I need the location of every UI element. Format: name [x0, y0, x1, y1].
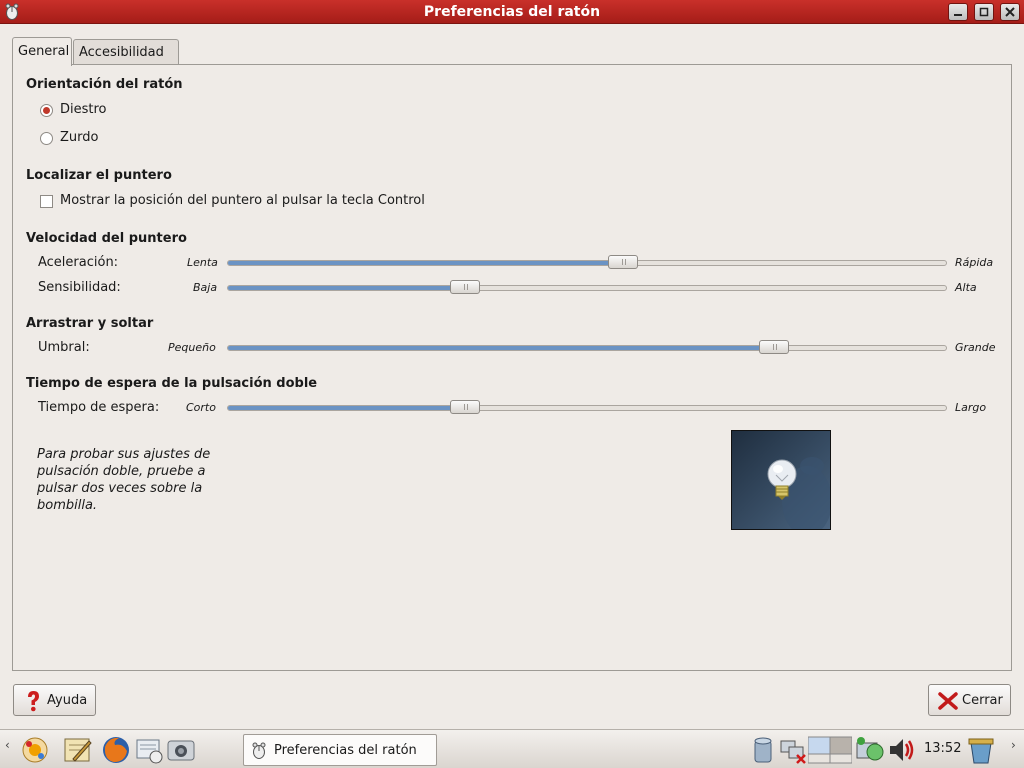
threshold-min-label: Pequeño	[168, 341, 216, 354]
acceleration-min-label: Lenta	[187, 256, 218, 269]
timeout-slider-fill	[228, 406, 465, 410]
timeout-slider[interactable]	[227, 400, 947, 414]
sensitivity-slider-thumb[interactable]	[449, 280, 480, 294]
double-click-test-text: Para probar sus ajustes de pulsación dob…	[37, 447, 211, 513]
tab-general[interactable]: General	[12, 37, 72, 66]
double-click-test-area[interactable]	[731, 430, 831, 530]
acceleration-label: Aceleración:	[38, 255, 119, 270]
general-panel	[12, 64, 1012, 671]
scroll-right-icon[interactable]: ›	[1011, 738, 1016, 752]
timeout-label: Tiempo de espera:	[38, 400, 160, 415]
minimize-icon	[954, 14, 962, 16]
clock[interactable]: 13:52	[924, 741, 961, 756]
pointer-speed-title: Velocidad del puntero	[26, 231, 187, 246]
sensitivity-slider[interactable]	[227, 280, 947, 294]
right-handed-radio[interactable]	[40, 104, 53, 117]
main-menu-icon[interactable]	[20, 735, 50, 765]
maximize-icon	[979, 7, 989, 17]
close-dialog-button[interactable]: Cerrar	[928, 684, 1011, 716]
sensitivity-max-label: Alta	[955, 281, 977, 294]
show-pointer-checkbox[interactable]	[40, 195, 53, 208]
acceleration-max-label: Rápida	[955, 256, 994, 269]
close-label: Cerrar	[962, 693, 1003, 708]
trash-icon[interactable]	[966, 735, 996, 765]
mail-icon[interactable]	[134, 735, 164, 765]
network-disconnected-icon[interactable]	[779, 735, 809, 765]
help-button[interactable]: Ayuda	[13, 684, 96, 716]
title-bar[interactable]: Preferencias del ratón	[0, 0, 1024, 24]
workspace-switcher-icon[interactable]	[808, 735, 852, 765]
help-icon	[28, 691, 39, 712]
timeout-min-label: Corto	[186, 401, 216, 414]
timeout-max-label: Largo	[955, 401, 987, 414]
lightbulb-icon[interactable]	[732, 431, 830, 529]
sensitivity-slider-fill	[228, 286, 465, 290]
sensitivity-label: Sensibilidad:	[38, 280, 121, 295]
orientation-title: Orientación del ratón	[26, 77, 183, 92]
taskbar: ‹ Preferencias del ratón 13:52 ›	[0, 729, 1024, 768]
acceleration-slider[interactable]	[227, 255, 947, 269]
threshold-slider-fill	[228, 346, 774, 350]
threshold-max-label: Grande	[955, 341, 996, 354]
trash-can-icon[interactable]	[748, 735, 778, 765]
taskbar-window-button[interactable]: Preferencias del ratón	[243, 734, 437, 766]
screenshot-icon[interactable]	[166, 735, 196, 765]
close-button[interactable]	[1000, 3, 1020, 21]
taskbar-window-label: Preferencias del ratón	[274, 743, 417, 758]
cancel-icon	[938, 692, 958, 710]
timeout-slider-thumb[interactable]	[449, 400, 480, 414]
firefox-icon[interactable]	[101, 735, 131, 765]
right-handed-label[interactable]: Diestro	[60, 102, 107, 117]
volume-icon[interactable]	[887, 735, 917, 765]
threshold-slider-thumb[interactable]	[758, 340, 789, 354]
minimize-button[interactable]	[948, 3, 968, 21]
scroll-left-icon[interactable]: ‹	[5, 738, 10, 752]
text-editor-icon[interactable]	[63, 735, 93, 765]
threshold-label: Umbral:	[38, 340, 90, 355]
show-pointer-label[interactable]: Mostrar la posición del puntero al pulsa…	[60, 193, 425, 208]
threshold-slider[interactable]	[227, 340, 947, 354]
maximize-button[interactable]	[974, 3, 994, 21]
window-title: Preferencias del ratón	[423, 4, 601, 20]
close-icon	[1005, 7, 1015, 17]
help-label: Ayuda	[47, 693, 88, 708]
drag-drop-title: Arrastrar y soltar	[26, 316, 154, 331]
left-handed-radio[interactable]	[40, 132, 53, 145]
acceleration-slider-fill	[228, 261, 623, 265]
update-notifier-icon[interactable]	[855, 735, 885, 765]
locate-pointer-title: Localizar el puntero	[26, 168, 172, 183]
tab-accesibilidad[interactable]: Accesibilidad	[73, 39, 179, 64]
double-click-title: Tiempo de espera de la pulsación doble	[26, 376, 318, 391]
acceleration-slider-thumb[interactable]	[607, 255, 638, 269]
sensitivity-min-label: Baja	[193, 281, 218, 294]
left-handed-label[interactable]: Zurdo	[60, 130, 98, 145]
mouse-icon	[252, 742, 266, 759]
